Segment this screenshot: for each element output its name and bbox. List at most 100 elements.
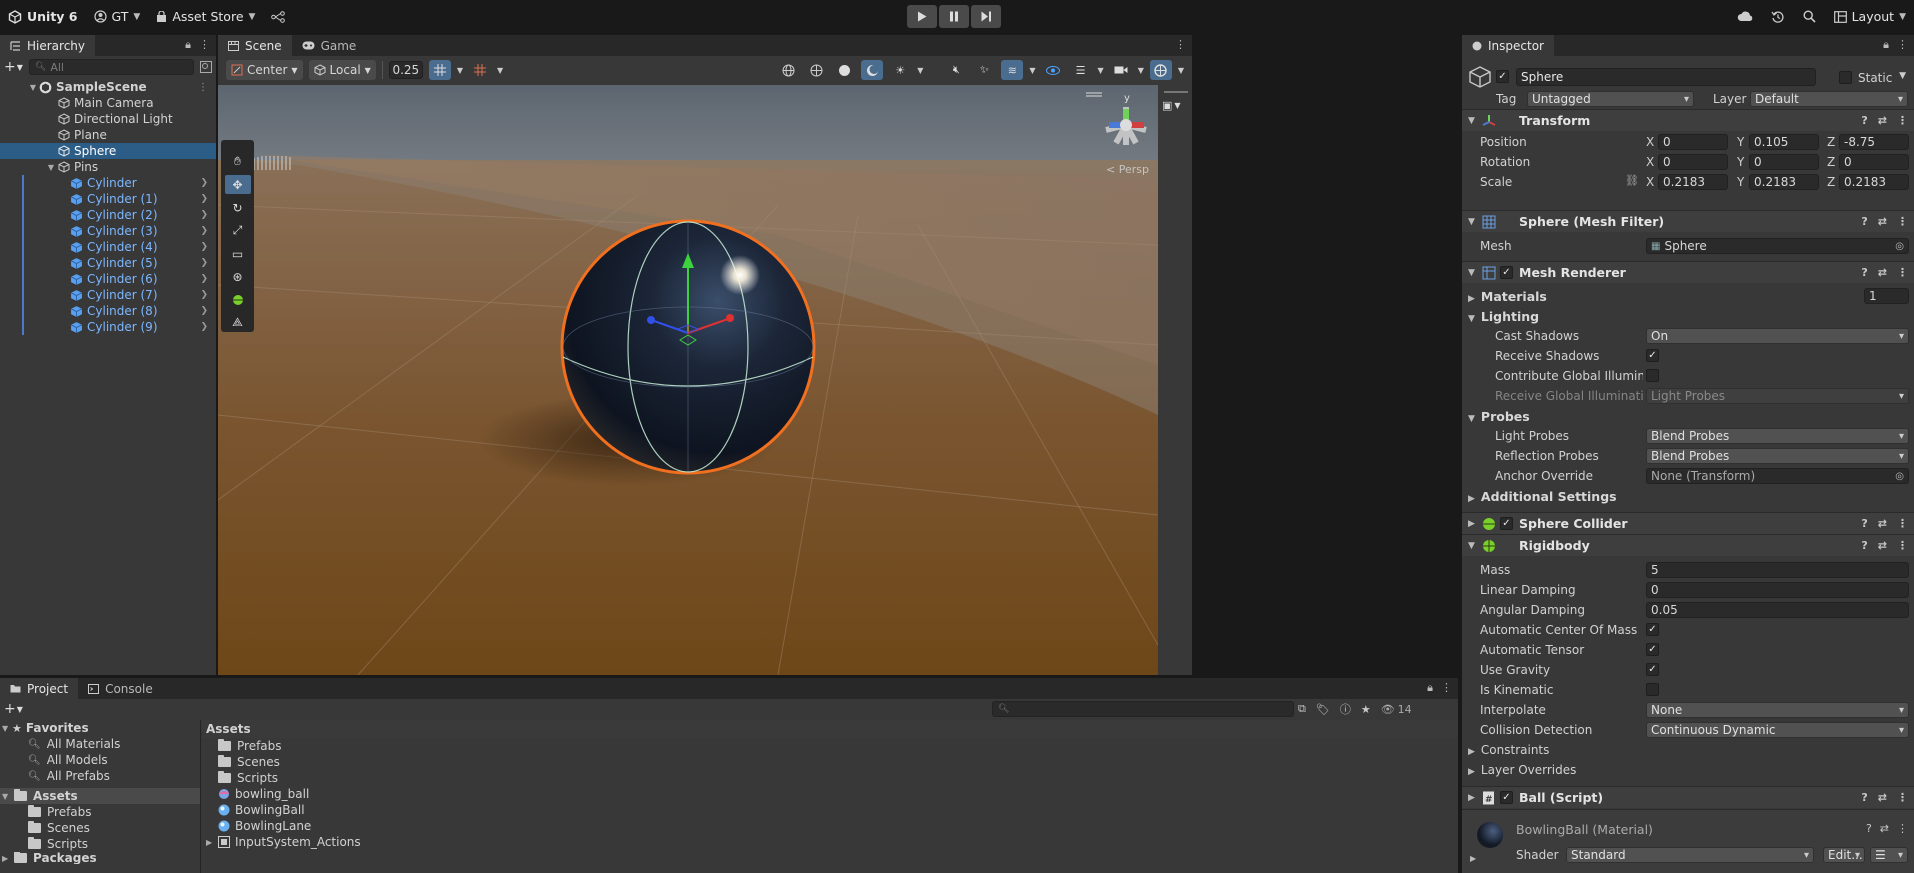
grid-snap-toggle[interactable] — [428, 60, 451, 80]
camera-settings-button[interactable] — [1110, 60, 1132, 80]
chevron-down-icon[interactable]: ▼ — [497, 66, 503, 75]
chevron-right-icon[interactable]: ❯ — [200, 178, 208, 188]
grid-visibility-toggle[interactable] — [469, 60, 491, 80]
more-options-icon[interactable]: ⋮ — [1897, 38, 1908, 52]
more-options-icon[interactable]: ⋮ — [1175, 38, 1186, 51]
favorites-section[interactable]: ▼ ★ Favorites — [0, 720, 200, 736]
hierarchy-item-pin[interactable]: Cylinder (8) ❯ — [0, 303, 216, 319]
effects-toggle[interactable]: ✨︎ — [973, 60, 995, 80]
step-button[interactable] — [971, 5, 1001, 28]
angular-damping-field[interactable]: 0.05 — [1646, 602, 1909, 618]
preset-icon[interactable]: ⇄ — [1878, 791, 1887, 804]
search-by-label-icon[interactable]: 🏷︎ — [1316, 703, 1330, 716]
preset-icon[interactable]: ⇄ — [1878, 114, 1887, 127]
rotation-z-field[interactable]: 0 — [1839, 154, 1909, 170]
shader-options-dropdown[interactable]: ☰ — [1870, 847, 1908, 863]
rotation-y-field[interactable]: 0 — [1749, 154, 1819, 170]
expand-arrow-icon[interactable]: ▶ — [1470, 854, 1476, 863]
lighting-foldout[interactable]: ▼ Lighting — [1468, 309, 1539, 324]
hierarchy-search-input[interactable]: 🔍︎ All — [28, 59, 194, 75]
help-icon[interactable]: ? — [1866, 822, 1872, 835]
search-filter-icon[interactable] — [200, 61, 212, 73]
help-icon[interactable]: ? — [1861, 791, 1867, 804]
scale-x-field[interactable]: 0.2183 — [1658, 174, 1728, 190]
shaded-toggle[interactable] — [833, 60, 855, 80]
hierarchy-item-directional-light[interactable]: Directional Light — [0, 111, 216, 127]
favorite-all-models[interactable]: 🔍︎ All Models — [0, 752, 200, 768]
mesh-renderer-enabled-checkbox[interactable]: ✓ — [1500, 266, 1513, 279]
hierarchy-item-pin[interactable]: Cylinder (7) ❯ — [0, 287, 216, 303]
help-icon[interactable]: ? — [1861, 114, 1867, 127]
chevron-down-icon[interactable]: ▼ — [1178, 66, 1184, 75]
scene-viewport[interactable]: y < Persp ✋︎ ✥ ↻ ⤢ ▭ ⊛ ⟁ ⋮ ✥ ☷ ▦ ◐ ≋ 🔍︎ … — [218, 85, 1158, 675]
chevron-right-icon[interactable]: ❯ — [200, 210, 208, 220]
collision-detection-dropdown[interactable]: Continuous Dynamic — [1646, 722, 1909, 738]
collapse-arrow-icon[interactable]: ▼ — [1468, 217, 1475, 227]
help-icon[interactable]: ? — [1861, 539, 1867, 552]
search-icon[interactable] — [1803, 10, 1816, 23]
global-view-toggle[interactable] — [777, 60, 799, 80]
tab-hierarchy[interactable]: Hierarchy — [0, 35, 96, 56]
chevron-right-icon[interactable]: ❯ — [200, 322, 208, 332]
chevron-right-icon[interactable]: ❯ — [200, 306, 208, 316]
asset-item[interactable]: BowlingBall — [202, 802, 1458, 818]
hierarchy-item-pin[interactable]: Cylinder (2) ❯ — [0, 207, 216, 223]
asset-item[interactable]: Prefabs — [202, 738, 1458, 754]
favorite-all-materials[interactable]: 🔍︎ All Materials — [0, 736, 200, 752]
position-x-field[interactable]: 0 — [1658, 134, 1728, 150]
expand-arrow-icon[interactable]: ▼ — [45, 163, 57, 172]
asset-item[interactable]: ▶ InputSystem_Actions — [202, 834, 1458, 850]
warnings-icon[interactable]: ⓘ — [1340, 701, 1351, 717]
layer-dropdown[interactable]: Default — [1750, 91, 1908, 107]
lit-toggle[interactable] — [861, 60, 884, 80]
hierarchy-item-pin[interactable]: Cylinder (4) ❯ — [0, 239, 216, 255]
favorite-star-icon[interactable]: ★ — [1361, 703, 1371, 716]
collapse-arrow-icon[interactable]: ▼ — [2, 792, 14, 801]
object-picker-icon[interactable]: ◎ — [1895, 471, 1904, 482]
chevron-down-icon[interactable]: ▼ — [457, 66, 463, 75]
tab-game[interactable]: Game — [292, 35, 367, 56]
chevron-right-icon[interactable]: ❯ — [200, 258, 208, 268]
expand-arrow-icon[interactable]: ▶ — [1468, 519, 1475, 529]
tab-project[interactable]: Project — [0, 678, 79, 699]
collapse-arrow-icon[interactable]: ▼ — [1468, 268, 1475, 278]
lock-icon[interactable]: 🔒︎ — [1883, 38, 1889, 52]
is-kinematic-checkbox[interactable] — [1646, 683, 1659, 696]
position-y-field[interactable]: 0.105 — [1749, 134, 1819, 150]
asset-store-button[interactable]: Asset Store ▼ — [148, 0, 263, 33]
more-options-icon[interactable]: ⋮ — [1897, 215, 1908, 228]
shader-dropdown[interactable]: Standard — [1566, 847, 1814, 863]
anchor-override-field[interactable]: None (Transform) ◎ — [1646, 468, 1909, 484]
hidden-objects-toggle[interactable] — [1042, 60, 1064, 80]
materials-count-field[interactable]: 1 — [1864, 288, 1909, 304]
hierarchy-item-pin[interactable]: Cylinder (6) ❯ — [0, 271, 216, 287]
asset-item[interactable]: Scripts — [202, 770, 1458, 786]
position-z-field[interactable]: -8.75 — [1839, 134, 1909, 150]
asset-item[interactable]: bowling_ball — [202, 786, 1458, 802]
use-gravity-checkbox[interactable]: ✓ — [1646, 663, 1659, 676]
camera-dropdown[interactable]: ▣ ▼ — [1162, 99, 1181, 112]
collapse-arrow-icon[interactable]: ▼ — [1468, 116, 1475, 126]
reflection-probes-dropdown[interactable]: Blend Probes — [1646, 448, 1909, 464]
favorite-all-prefabs[interactable]: 🔍︎ All Prefabs — [0, 768, 200, 784]
layout-dropdown[interactable]: Layout ▼ — [1833, 0, 1906, 33]
cast-shadows-dropdown[interactable]: On — [1646, 328, 1909, 344]
wireframe-toggle[interactable] — [805, 60, 827, 80]
hierarchy-item-pin[interactable]: Cylinder (9) ❯ — [0, 319, 216, 335]
chevron-right-icon[interactable]: ❯ — [200, 226, 208, 236]
chevron-right-icon[interactable]: ❯ — [200, 242, 208, 252]
shader-edit-button[interactable]: Edit... — [1823, 847, 1865, 863]
assets-folder-scripts[interactable]: Scripts — [0, 836, 200, 852]
contribute-gi-checkbox[interactable] — [1646, 369, 1659, 382]
unity-version-button[interactable]: Unity 6 — [0, 0, 86, 33]
audio-toggle[interactable]: 🔇︎ — [945, 60, 967, 80]
mass-field[interactable]: 5 — [1646, 562, 1909, 578]
constraints-foldout[interactable]: ▶ Constraints — [1468, 743, 1549, 757]
tab-scene[interactable]: Scene — [218, 35, 292, 56]
additional-settings-foldout[interactable]: ▶ Additional Settings — [1468, 489, 1617, 504]
more-options-icon[interactable]: ⋮ — [1897, 517, 1908, 530]
materials-foldout[interactable]: ▶ Materials — [1468, 289, 1547, 304]
mesh-object-field[interactable]: ▦ Sphere ◎ — [1646, 238, 1909, 254]
search-by-type-icon[interactable]: ⧉ — [1298, 702, 1306, 716]
history-icon[interactable] — [1771, 10, 1785, 24]
